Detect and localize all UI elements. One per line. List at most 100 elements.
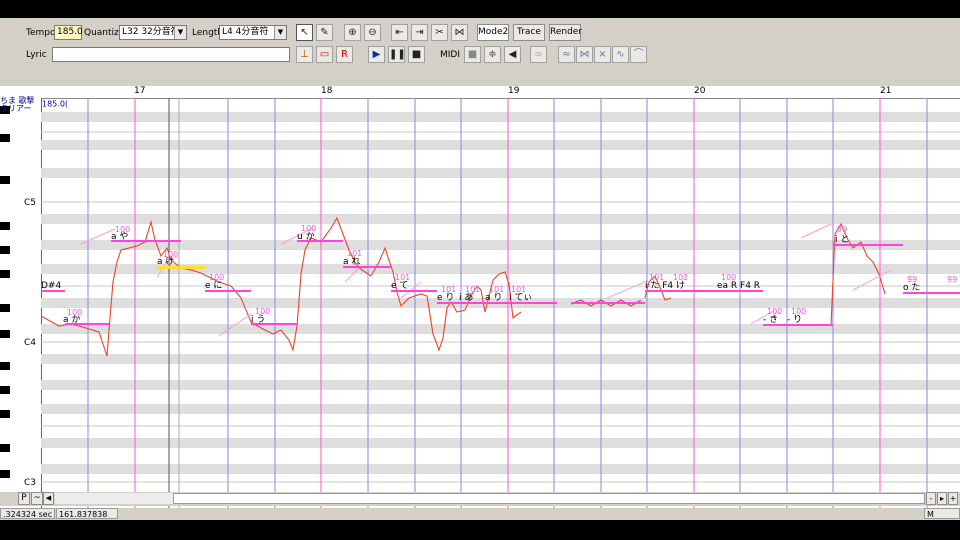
- black-key: [0, 386, 10, 394]
- note-grid[interactable]: D#4 a か 100 a や 100 a け 100 e に 100 i う …: [40, 98, 960, 508]
- black-key: [0, 362, 10, 370]
- toolbar-row-2: Lyric ⊥ ▭ R ▶ ❚❚ ■ MIDI ■ ≑ ◀ ∞ ≈ ⋈ ⨯ ∿ …: [0, 45, 960, 67]
- note-lyric: i てぃ: [509, 293, 532, 303]
- track-name-line-2: タリアー: [0, 104, 32, 113]
- chevron-down-icon: ▼: [174, 26, 186, 39]
- tempo-marker: 185.0(: [42, 100, 68, 109]
- go-end-icon[interactable]: ⇥: [411, 24, 428, 41]
- key-label-c3: C3: [24, 478, 37, 488]
- note-velocity: 101: [395, 273, 410, 282]
- render-button[interactable]: Render: [549, 24, 582, 41]
- note-velocity: 100: [163, 250, 178, 259]
- midi-record-icon[interactable]: ■: [464, 46, 481, 63]
- measure-19: 19: [508, 86, 520, 96]
- h-scrollbar-track[interactable]: [55, 493, 925, 504]
- tempo-field[interactable]: 185.0: [54, 25, 83, 40]
- note-lyric: i と: [835, 234, 849, 245]
- length-select[interactable]: L4 4分音符 ▼: [219, 25, 287, 40]
- mode2-button[interactable]: Mode2: [477, 24, 509, 41]
- key-label-dsharp4: D#4: [41, 281, 61, 291]
- zoom-out-icon[interactable]: ⊖: [364, 24, 381, 41]
- chevron-down-icon: ▼: [274, 26, 286, 39]
- vocal-editor-window: Tempo 185.0 Quantize L32 32分音符 ▼ Length L…: [0, 18, 960, 530]
- note-velocity: 100: [767, 307, 782, 316]
- black-key: [0, 470, 10, 478]
- note-velocity: 101: [441, 285, 456, 294]
- connect-icon[interactable]: ⋈: [451, 24, 468, 41]
- lyric-input[interactable]: [52, 47, 290, 62]
- reset-r-icon[interactable]: R: [336, 46, 353, 63]
- status-right-time: 161.837838 sec: [56, 508, 118, 530]
- zoom-in-icon[interactable]: ⊕: [344, 24, 361, 41]
- zoom-minus-button[interactable]: -: [926, 492, 936, 505]
- wave-toggle-icon[interactable]: ~: [31, 492, 43, 505]
- trace-button[interactable]: Trace: [513, 24, 545, 41]
- smooth-curve-icon[interactable]: ⌒: [630, 46, 647, 63]
- note-velocity: 101: [465, 285, 480, 294]
- note-velocity: 99: [907, 275, 917, 284]
- key-label-c5: C5: [24, 198, 37, 208]
- cut-icon[interactable]: ✂: [431, 24, 448, 41]
- pencil-tool-icon[interactable]: ✎: [316, 24, 333, 41]
- measure-18: 18: [321, 86, 333, 96]
- pitch-curve-icon[interactable]: ⨯: [594, 46, 611, 63]
- status-m-indicator: M: [924, 508, 960, 519]
- black-key: [0, 176, 10, 184]
- p-button[interactable]: P: [18, 492, 30, 505]
- note-velocity: 99: [947, 275, 957, 284]
- note-bar: [571, 302, 645, 304]
- black-key: [0, 304, 10, 312]
- note-velocity: 102: [673, 273, 688, 282]
- length-value: L4 4分音符: [222, 27, 269, 37]
- accent-curve-icon[interactable]: ≈: [558, 46, 575, 63]
- piano-roll-editor: 17 18 19 20 21 C5 C4 C3 ちま 歌撃 タリアー D#4 a…: [0, 86, 960, 508]
- note-velocity: 100: [255, 307, 270, 316]
- status-bar: .324324 sec 161.837838 sec M: [0, 508, 960, 530]
- stop-icon[interactable]: ■: [408, 46, 425, 63]
- scroll-left-icon[interactable]: ◀: [43, 492, 54, 505]
- black-key: [0, 246, 10, 254]
- pause-icon[interactable]: ❚❚: [388, 46, 406, 63]
- scroll-right-icon[interactable]: ▸: [937, 492, 947, 505]
- note-velocity: 100: [67, 308, 82, 317]
- note-velocity: 101: [489, 285, 504, 294]
- black-key: [0, 270, 10, 278]
- vibrato-curve-icon[interactable]: ∿: [612, 46, 629, 63]
- mixer-icon[interactable]: ≑: [484, 46, 501, 63]
- play-icon[interactable]: ▶: [368, 46, 385, 63]
- black-key: [0, 134, 10, 142]
- brush-icon[interactable]: ⊥: [296, 46, 313, 63]
- status-left-time: .324324 sec: [0, 508, 55, 519]
- note-grid-svg: D#4 a か 100 a や 100 a け 100 e に 100 i う …: [40, 98, 960, 508]
- note-velocity: 101: [511, 285, 526, 294]
- black-key: [0, 444, 10, 452]
- piano-keyboard[interactable]: C5 C4 C3 ちま 歌撃 タリアー: [0, 97, 42, 508]
- black-key: [0, 410, 10, 418]
- speaker-icon[interactable]: ◀: [504, 46, 521, 63]
- note-velocity: 100: [791, 307, 806, 316]
- loop-icon[interactable]: ∞: [530, 46, 547, 63]
- tempo-label: Tempo: [26, 28, 56, 38]
- note-velocity: 100: [209, 273, 224, 282]
- measure-20: 20: [694, 86, 706, 96]
- scroll-row: P ~ ◀ - ▸ +: [0, 492, 960, 506]
- quantize-select[interactable]: L32 32分音符 ▼: [119, 25, 187, 40]
- note-velocity: 100: [115, 225, 130, 234]
- note-velocity: 101: [347, 249, 362, 258]
- note-lyric: e て: [391, 281, 408, 291]
- measure-17: 17: [134, 86, 146, 96]
- depth-curve-icon[interactable]: ⋈: [576, 46, 593, 63]
- h-scrollbar-thumb[interactable]: [173, 493, 925, 504]
- key-label-c4: C4: [24, 338, 37, 348]
- note-velocity: 99: [837, 225, 847, 234]
- pointer-tool-icon[interactable]: ↖: [296, 24, 313, 41]
- lyric-label: Lyric: [26, 50, 47, 60]
- go-start-icon[interactable]: ⇤: [391, 24, 408, 41]
- black-key: [0, 330, 10, 338]
- track-header: ちま 歌撃 タリアー: [0, 97, 35, 113]
- eraser-icon[interactable]: ▭: [316, 46, 333, 63]
- midi-label: MIDI: [440, 50, 461, 60]
- note-labels: D#4 a か 100 a や 100 a け 100 e に 100 i う …: [41, 100, 957, 325]
- zoom-plus-button[interactable]: +: [948, 492, 958, 505]
- note-velocity: 100: [721, 273, 736, 282]
